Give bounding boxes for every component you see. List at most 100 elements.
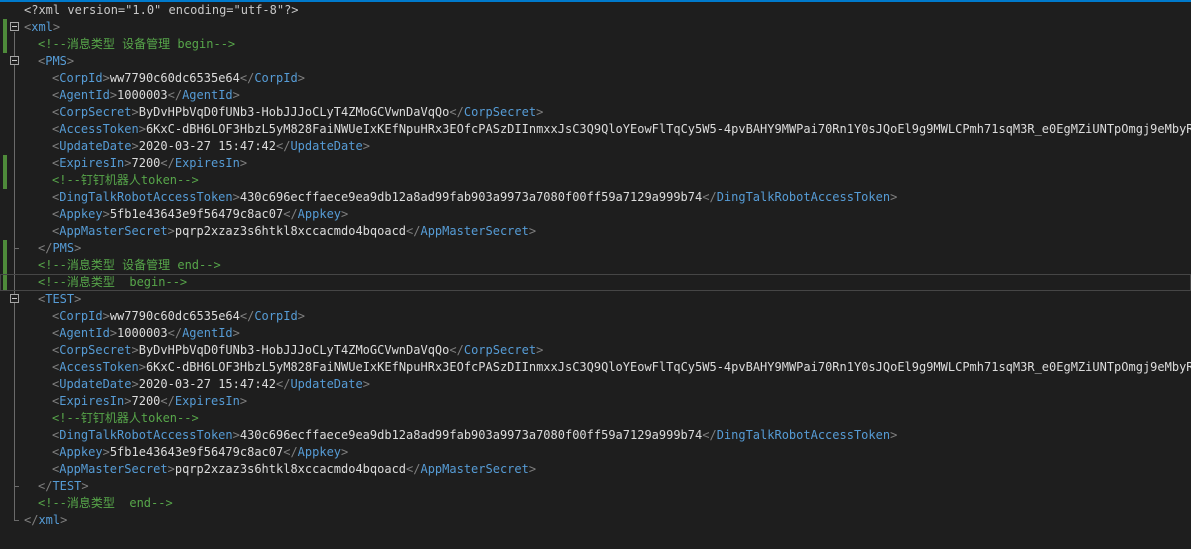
code-content: <Appkey>5fb1e43643e9f56479c8ac07</Appkey… (52, 206, 348, 223)
code-line[interactable]: <AgentId>1000003</AgentId> (0, 87, 1191, 104)
code-content: <UpdateDate>2020-03-27 15:47:42</UpdateD… (52, 138, 370, 155)
code-line[interactable]: </TEST> (0, 478, 1191, 495)
code-content: <ExpiresIn>7200</ExpiresIn> (52, 155, 247, 172)
code-line[interactable]: <AccessToken>6KxC-dBH6LOF3HbzL5yM828FaiN… (0, 359, 1191, 376)
tag-name: UpdateDate (59, 139, 132, 153)
tag-bracket: > (131, 139, 139, 153)
code-line[interactable]: <!--消息类型 设备管理 begin--> (0, 36, 1191, 53)
code-line[interactable]: <!--钉钉机器人token--> (0, 172, 1191, 189)
code-line[interactable]: <AppMasterSecret>pqrp2xzaz3s6htkl8xccacm… (0, 223, 1191, 240)
code-line[interactable]: <!--消息类型 end--> (0, 495, 1191, 512)
tag-bracket: > (124, 156, 132, 170)
tag-bracket: > (232, 88, 240, 102)
tag-bracket: > (167, 224, 175, 238)
element-value: 6KxC-dBH6LOF3HbzL5yM828FaiNWUeIxKEfNpuHR… (145, 122, 1191, 136)
element-value: ww7790c60dc6535e64 (109, 71, 240, 85)
tag-bracket: </ (702, 428, 717, 442)
element-value: 5fb1e43643e9f56479c8ac07 (109, 445, 284, 459)
code-line[interactable]: <!--消息类型 begin--> (0, 274, 1191, 291)
tag-name: TEST (52, 479, 82, 493)
code-line[interactable]: <Appkey>5fb1e43643e9f56479c8ac07</Appkey… (0, 444, 1191, 461)
tag-bracket: </ (160, 156, 175, 170)
code-content: </PMS> (38, 240, 81, 257)
tag-bracket: </ (702, 190, 717, 204)
code-line[interactable]: <DingTalkRobotAccessToken>430c696ecffaec… (0, 189, 1191, 206)
tag-bracket: </ (38, 241, 53, 255)
code-line[interactable]: </xml> (0, 512, 1191, 529)
fold-toggle-icon[interactable] (10, 294, 19, 303)
tag-name: Appkey (59, 445, 103, 459)
tag-bracket: > (528, 224, 537, 238)
tag-bracket: > (297, 309, 305, 323)
fold-toggle-icon[interactable] (10, 56, 19, 65)
tag-name: AppMasterSecret (59, 224, 168, 238)
element-value: 6KxC-dBH6LOF3HbzL5yM828FaiNWUeIxKEfNpuHR… (145, 360, 1191, 374)
tag-name: ExpiresIn (59, 394, 125, 408)
code-line[interactable]: <xml> (0, 19, 1191, 36)
code-content: <AccessToken>6KxC-dBH6LOF3HbzL5yM828FaiN… (52, 121, 1191, 138)
tag-name: AgentId (59, 88, 110, 102)
tag-name: UpdateDate (290, 139, 363, 153)
code-line[interactable]: <CorpId>ww7790c60dc6535e64</CorpId> (0, 308, 1191, 325)
code-line[interactable]: <CorpSecret>ByDvHPbVqD0fUNb3-HobJJJoCLyT… (0, 104, 1191, 121)
tag-bracket: > (362, 139, 370, 153)
tag-bracket: </ (449, 105, 464, 119)
tag-bracket: </ (239, 309, 255, 323)
tag-bracket: > (109, 326, 118, 340)
tag-name: AccessToken (59, 360, 139, 374)
tag-bracket: > (124, 394, 132, 408)
tag-bracket: > (102, 207, 110, 221)
tag-name: CorpId (254, 71, 298, 85)
tag-bracket: > (536, 343, 544, 357)
code-line[interactable]: <!--钉钉机器人token--> (0, 410, 1191, 427)
element-value: 2020-03-27 15:47:42 (138, 377, 276, 391)
code-line[interactable]: <UpdateDate>2020-03-27 15:47:42</UpdateD… (0, 376, 1191, 393)
code-line[interactable]: <?xml version="1.0" encoding="utf-8"?> (0, 2, 1191, 19)
xml-comment: <!--消息类型 begin--> (38, 275, 188, 289)
tag-bracket: </ (167, 88, 183, 102)
tag-bracket: > (102, 445, 110, 459)
tag-name: Appkey (297, 207, 342, 221)
code-line[interactable]: <CorpSecret>ByDvHPbVqD0fUNb3-HobJJJoCLyT… (0, 342, 1191, 359)
tag-bracket: > (74, 292, 82, 306)
tag-name: AppMasterSecret (420, 462, 529, 476)
tag-name: TEST (45, 292, 75, 306)
code-content: <CorpId>ww7790c60dc6535e64</CorpId> (52, 308, 305, 325)
code-content: <AccessToken>6KxC-dBH6LOF3HbzL5yM828FaiN… (52, 359, 1191, 376)
code-line[interactable]: <ExpiresIn>7200</ExpiresIn> (0, 393, 1191, 410)
code-content: <!--消息类型 设备管理 end--> (38, 257, 221, 274)
code-line[interactable]: <PMS> (0, 53, 1191, 70)
tag-bracket: > (138, 122, 146, 136)
xml-code-editor[interactable]: <?xml version="1.0" encoding="utf-8"?> <x… (0, 0, 1191, 549)
code-line[interactable]: <AgentId>1000003</AgentId> (0, 325, 1191, 342)
code-content: </TEST> (38, 478, 89, 495)
code-line[interactable]: <AppMasterSecret>pqrp2xzaz3s6htkl8xccacm… (0, 461, 1191, 478)
tag-name: Appkey (59, 207, 103, 221)
tag-bracket: </ (24, 513, 39, 527)
xml-comment: <!--消息类型 end--> (38, 496, 173, 510)
code-content: <PMS> (38, 53, 74, 70)
tag-name: CorpId (254, 309, 298, 323)
code-line[interactable]: </PMS> (0, 240, 1191, 257)
code-line[interactable]: <ExpiresIn>7200</ExpiresIn> (0, 155, 1191, 172)
code-content: <AgentId>1000003</AgentId> (52, 325, 240, 342)
xml-declaration: <?xml version="1.0" encoding="utf-8"?> (24, 3, 299, 17)
tag-name: PMS (52, 241, 75, 255)
code-line[interactable]: <TEST> (0, 291, 1191, 308)
code-line[interactable]: <DingTalkRobotAccessToken>430c696ecffaec… (0, 427, 1191, 444)
code-line[interactable]: <!--消息类型 设备管理 end--> (0, 257, 1191, 274)
code-content: <DingTalkRobotAccessToken>430c696ecffaec… (52, 189, 897, 206)
code-line[interactable]: <CorpId>ww7790c60dc6535e64</CorpId> (0, 70, 1191, 87)
xml-comment: <!--消息类型 设备管理 end--> (38, 258, 221, 272)
code-line[interactable]: <AccessToken>6KxC-dBH6LOF3HbzL5yM828FaiN… (0, 121, 1191, 138)
code-content: <!--消息类型 end--> (38, 495, 173, 512)
code-content: </xml> (24, 512, 67, 529)
code-content: <!--消息类型 设备管理 begin--> (38, 36, 235, 53)
tag-name: PMS (45, 54, 67, 68)
fold-toggle-icon[interactable] (10, 22, 19, 31)
tag-name: ExpiresIn (174, 394, 240, 408)
code-line[interactable]: <UpdateDate>2020-03-27 15:47:42</UpdateD… (0, 138, 1191, 155)
code-line[interactable]: <Appkey>5fb1e43643e9f56479c8ac07</Appkey… (0, 206, 1191, 223)
tag-bracket: > (167, 462, 175, 476)
tag-name: ExpiresIn (59, 156, 125, 170)
